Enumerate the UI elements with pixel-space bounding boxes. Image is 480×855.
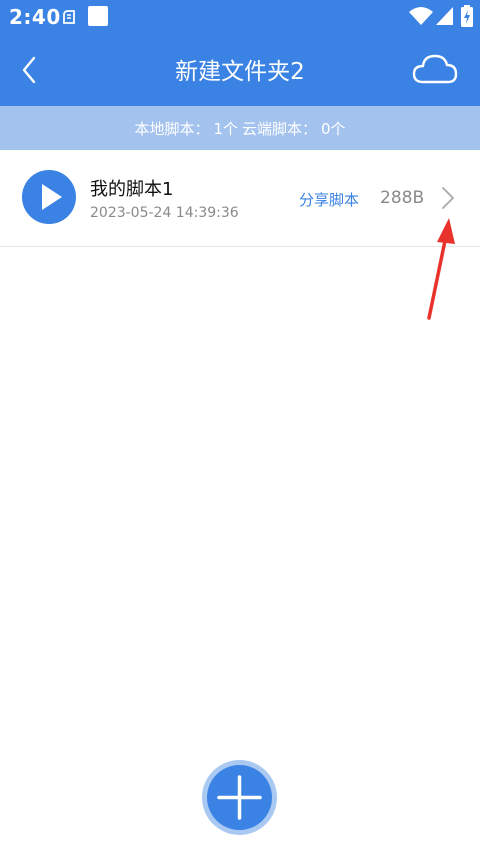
- local-scripts-label: 本地脚本：: [134, 119, 210, 138]
- chevron-right-icon[interactable]: [438, 184, 458, 212]
- script-list-item[interactable]: 我的脚本1 2023-05-24 14:39:36 分享脚本 288B: [0, 150, 480, 247]
- cloud-scripts-label: 云端脚本：: [242, 119, 318, 138]
- play-icon: [42, 184, 62, 210]
- share-script-link[interactable]: 分享脚本: [299, 189, 359, 210]
- page-title: 新建文件夹2: [175, 59, 305, 85]
- wifi-icon: [409, 7, 433, 25]
- cloud-button[interactable]: [410, 50, 460, 88]
- annotation-arrow: [427, 218, 455, 320]
- status-bar: 2:40: [0, 0, 480, 34]
- play-button[interactable]: [22, 170, 76, 224]
- script-size: 288B: [380, 188, 425, 208]
- app-bar: 新建文件夹2: [0, 34, 480, 106]
- battery-charging-icon: [461, 5, 473, 27]
- script-date: 2023-05-24 14:39:36: [90, 205, 239, 221]
- plus-icon: [217, 775, 262, 820]
- cloud-icon: [412, 54, 458, 84]
- add-script-button[interactable]: [202, 760, 277, 835]
- script-summary-bar: 本地脚本： 1个 云端脚本： 0个: [0, 106, 480, 150]
- signal-icon: [436, 7, 453, 25]
- status-time: 2:40: [9, 5, 61, 29]
- notification-icon: [63, 10, 75, 24]
- local-scripts-count: 1个: [213, 119, 238, 138]
- app-square-icon: [88, 6, 108, 26]
- add-button-core: [207, 765, 272, 830]
- script-name: 我的脚本1: [90, 179, 174, 200]
- cloud-scripts-count: 0个: [321, 119, 346, 138]
